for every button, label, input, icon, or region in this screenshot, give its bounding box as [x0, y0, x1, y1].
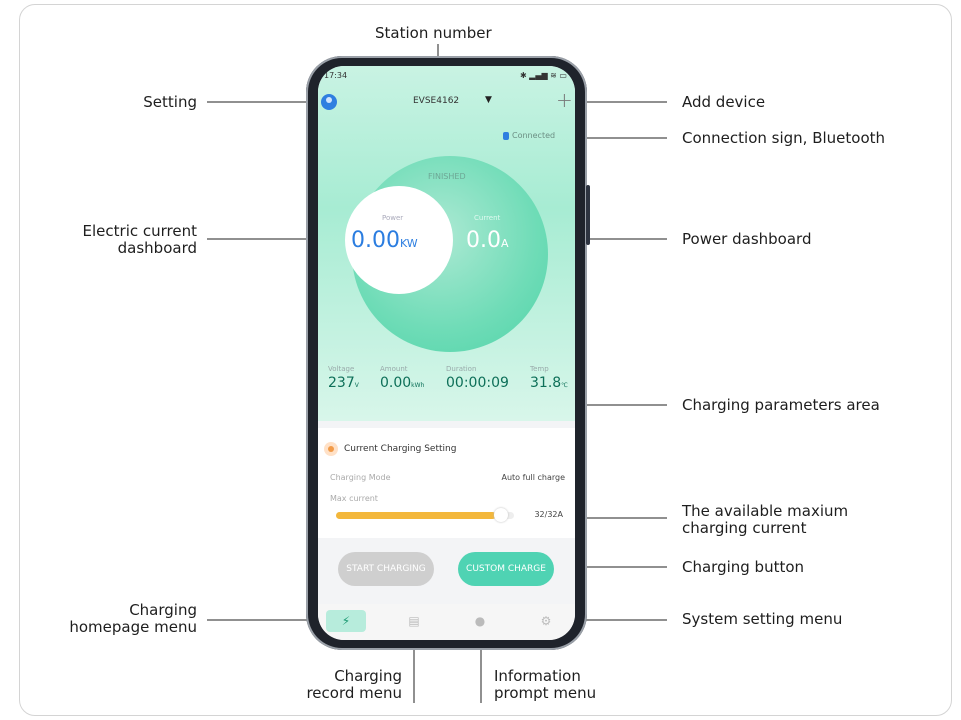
label-line: prompt menu: [494, 684, 597, 702]
max-current-fill: [336, 512, 496, 519]
param-value: 0.00kWh: [380, 375, 424, 391]
power-label: Power: [382, 214, 404, 222]
bottom-nav: ⚡ ▤ ● ⚙: [318, 604, 575, 640]
status-bar: 17:34 ✱ ▂▄▆ ≋ ▭: [324, 71, 567, 80]
label-info-menu: Information prompt menu: [494, 668, 596, 702]
param-value: 237V: [328, 375, 359, 391]
label-power-dashboard: Power dashboard: [682, 230, 812, 248]
label-line: Charging: [129, 601, 197, 619]
charging-mode-label: Charging Mode: [330, 473, 391, 482]
custom-charge-button[interactable]: CUSTOM CHARGE: [458, 552, 554, 586]
label-system-setting-menu: System setting menu: [682, 610, 843, 628]
label-line: record menu: [306, 684, 402, 702]
param-label: Voltage: [328, 365, 355, 373]
param-number: 00:00:09: [446, 375, 509, 391]
param-label: Amount: [380, 365, 408, 373]
top-area: 17:34 ✱ ▂▄▆ ≋ ▭ EVSE4162 ▼ + Connected F…: [318, 66, 575, 421]
label-setting: Setting: [143, 93, 197, 111]
param-unit: V: [354, 382, 359, 389]
bluetooth-icon: [503, 132, 509, 140]
param-temp: Temp 31.8℃: [530, 365, 568, 391]
current-number: 0.0: [466, 228, 501, 253]
status-icons: ✱ ▂▄▆ ≋ ▭: [519, 71, 567, 80]
label-max-current: The available maxium charging current: [682, 503, 848, 537]
current-label: Current: [474, 214, 501, 222]
phone-side-button: [586, 185, 590, 245]
label-line: Charging: [334, 667, 402, 685]
station-id[interactable]: EVSE4162: [413, 96, 459, 106]
label-line: dashboard: [117, 239, 197, 257]
start-charging-button[interactable]: START CHARGING: [338, 552, 434, 586]
label-line: Information: [494, 667, 581, 685]
max-current-label: Max current: [330, 494, 378, 503]
current-unit: A: [501, 237, 509, 250]
param-label: Duration: [446, 365, 477, 373]
nav-charging-home-lightning-icon[interactable]: ⚡: [326, 610, 366, 632]
nav-record-document-icon[interactable]: ▤: [394, 610, 434, 632]
param-number: 237: [328, 375, 355, 391]
param-value: 31.8℃: [530, 375, 568, 391]
label-connection-sign: Connection sign, Bluetooth: [682, 129, 886, 147]
charge-state: FINISHED: [428, 172, 466, 181]
status-time: 17:34: [324, 71, 348, 80]
charging-parameters: Voltage 237V Amount 0.00kWh Duration 00:…: [318, 365, 575, 407]
power-value: 0.00KW: [351, 228, 418, 253]
current-charging-setting-card: Current Charging Setting Charging Mode A…: [318, 428, 575, 538]
param-label: Temp: [530, 365, 549, 373]
connection-status: Connected: [512, 131, 556, 140]
param-number: 31.8: [530, 375, 562, 391]
param-unit: ℃: [561, 382, 568, 389]
label-charging-parameters: Charging parameters area: [682, 396, 880, 414]
label-electric-current-dashboard: Electric current dashboard: [40, 223, 197, 257]
label-add-device: Add device: [682, 93, 766, 111]
param-duration: Duration 00:00:09: [446, 365, 509, 391]
nav-info-bell-icon[interactable]: ●: [460, 610, 500, 632]
max-current-slider[interactable]: [336, 508, 514, 522]
label-record-menu: Charging record menu: [280, 668, 402, 702]
setting-avatar-icon[interactable]: [321, 94, 337, 110]
add-device-plus-icon[interactable]: +: [556, 88, 573, 112]
nav-system-gear-icon[interactable]: ⚙: [526, 610, 566, 632]
label-station-number: Station number: [375, 24, 492, 42]
param-amount: Amount 0.00kWh: [380, 365, 424, 391]
setting-icon: [324, 442, 338, 456]
charging-mode-value[interactable]: Auto full charge: [501, 473, 565, 482]
chevron-down-icon[interactable]: ▼: [485, 95, 492, 105]
label-line: Electric current: [82, 222, 197, 240]
param-number: 0.00: [380, 375, 412, 391]
label-line: homepage menu: [69, 618, 197, 636]
param-unit: kWh: [411, 382, 425, 389]
label-line: charging current: [682, 519, 807, 537]
param-value: 00:00:09: [446, 375, 509, 391]
setting-title: Current Charging Setting: [344, 444, 457, 454]
max-current-handle[interactable]: [494, 508, 508, 522]
power-number: 0.00: [351, 228, 400, 253]
label-line: The available maxium: [682, 502, 849, 520]
label-homepage-menu: Charging homepage menu: [40, 602, 197, 636]
label-charging-button: Charging button: [682, 558, 805, 576]
current-value: 0.0A: [466, 228, 509, 253]
max-current-value: 32/32A: [534, 510, 563, 519]
phone-screen: 17:34 ✱ ▂▄▆ ≋ ▭ EVSE4162 ▼ + Connected F…: [318, 66, 575, 640]
param-voltage: Voltage 237V: [328, 365, 359, 391]
power-unit: KW: [399, 237, 418, 250]
